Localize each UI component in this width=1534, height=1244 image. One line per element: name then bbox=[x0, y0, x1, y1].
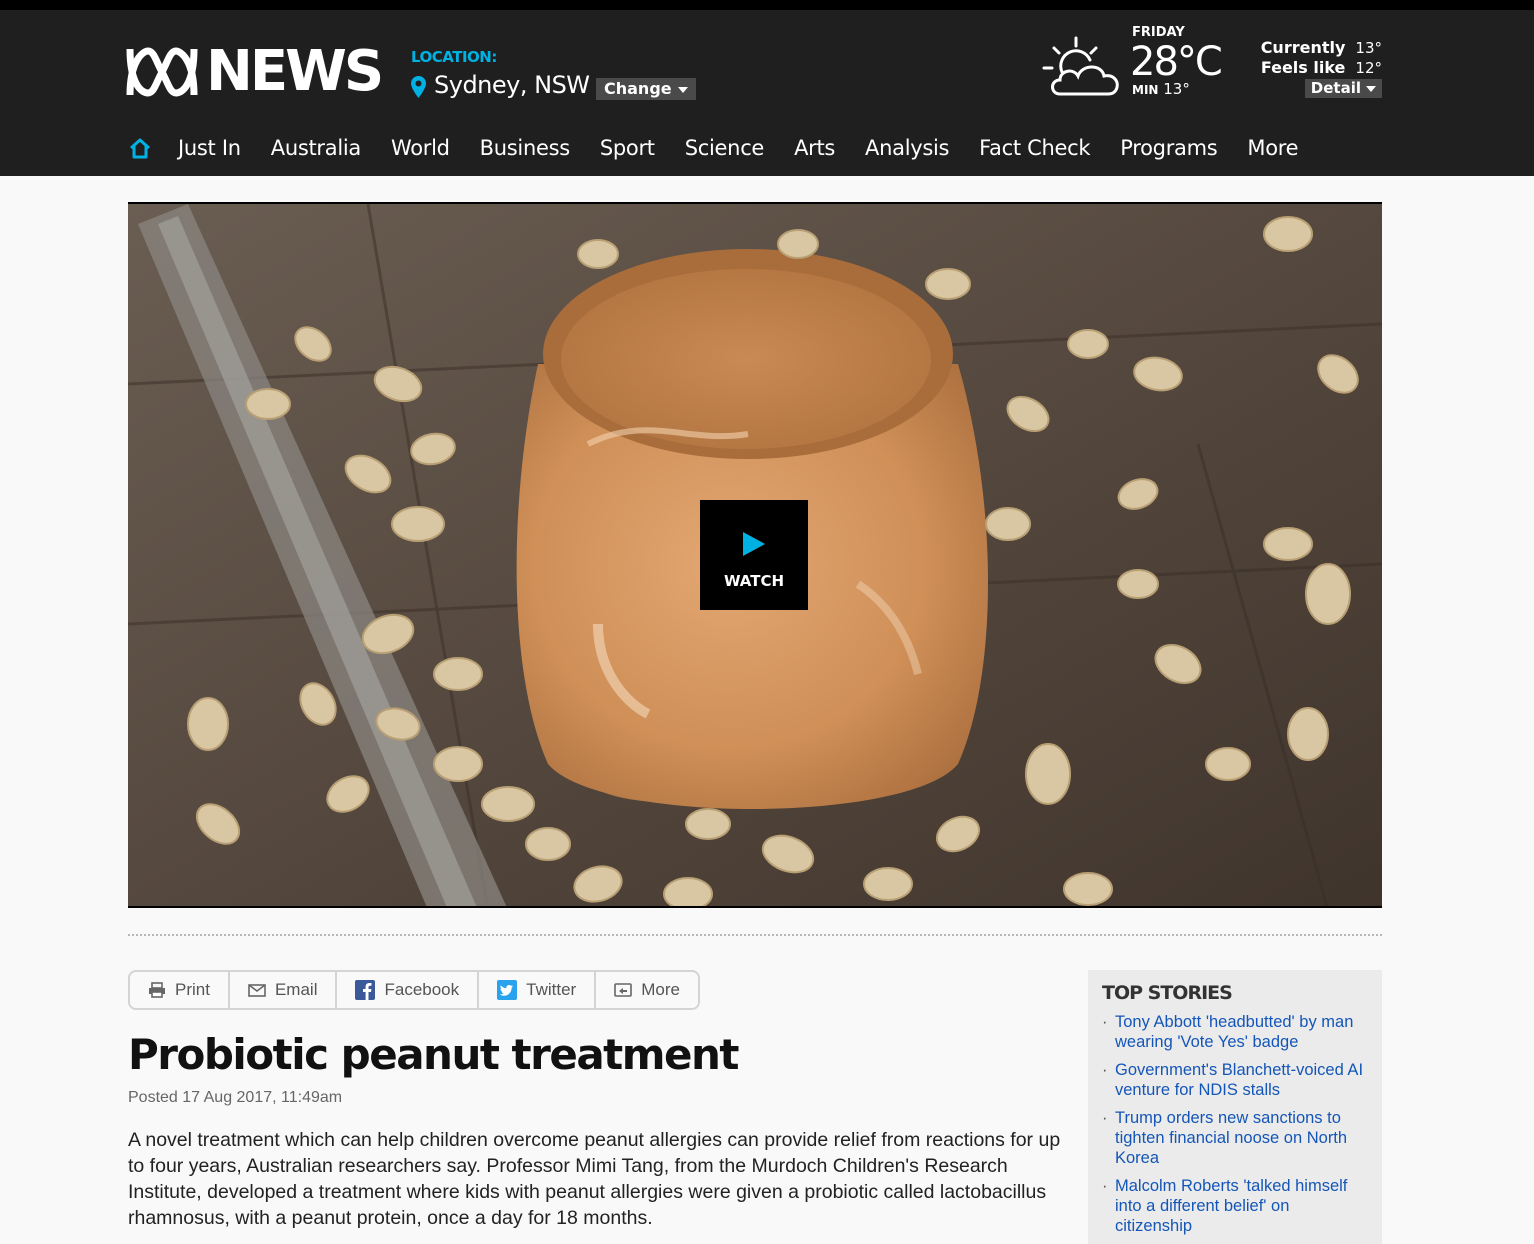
top-stories-list: · Tony Abbott 'headbutted' by man wearing… bbox=[1102, 1012, 1368, 1236]
weather-detail-button[interactable]: Detail bbox=[1304, 79, 1382, 98]
home-icon bbox=[130, 138, 150, 159]
brand-name: NEWS bbox=[206, 39, 384, 104]
nav-business[interactable]: Business bbox=[480, 136, 571, 160]
story-link[interactable]: Malcolm Roberts 'talked himself into a d… bbox=[1115, 1176, 1368, 1236]
feels-like-value: 12° bbox=[1355, 59, 1382, 77]
facebook-icon bbox=[355, 980, 376, 1000]
posted-date: Posted 17 Aug 2017, 11:49am bbox=[128, 1089, 343, 1106]
share-more-icon bbox=[614, 983, 633, 997]
bullet: · bbox=[1102, 1177, 1108, 1195]
chevron-down-icon bbox=[677, 86, 688, 93]
email-label: Email bbox=[274, 980, 318, 999]
nav-world[interactable]: World bbox=[391, 136, 450, 160]
chevron-down-icon bbox=[1366, 85, 1376, 92]
article-title: Probiotic peanut treatment bbox=[128, 1030, 739, 1079]
change-label: Change bbox=[604, 79, 672, 98]
list-item: · Trump orders new sanctions to tighten f… bbox=[1102, 1108, 1368, 1168]
nav-just-in[interactable]: Just In bbox=[178, 136, 241, 160]
weather-temp: 28°C bbox=[1130, 39, 1223, 85]
watch-button[interactable]: WATCH bbox=[700, 500, 808, 610]
min-value: 13° bbox=[1163, 80, 1190, 98]
print-icon bbox=[149, 982, 165, 998]
nav-fact-check[interactable]: Fact Check bbox=[979, 136, 1090, 160]
story-link[interactable]: Government's Blanchett-voiced AI venture… bbox=[1115, 1060, 1368, 1100]
play-icon bbox=[743, 532, 765, 556]
story-link[interactable]: Trump orders new sanctions to tighten fi… bbox=[1115, 1108, 1368, 1168]
article-body: A novel treatment which can help childre… bbox=[128, 1129, 1061, 1229]
top-strip bbox=[0, 0, 1534, 10]
currently-label: Currently bbox=[1260, 38, 1346, 57]
site-header: NEWS LOCATION: Sydney, NSW Change FRIDAY… bbox=[0, 10, 1534, 176]
video-player[interactable]: WATCH bbox=[128, 202, 1382, 908]
change-location-button[interactable]: Change bbox=[596, 78, 696, 100]
abc-news-logo[interactable]: NEWS bbox=[124, 39, 384, 104]
twitter-label: Twitter bbox=[526, 980, 577, 999]
facebook-button[interactable]: Facebook bbox=[337, 972, 480, 1008]
facebook-label: Facebook bbox=[384, 980, 460, 999]
story-link[interactable]: Tony Abbott 'headbutted' by man wearing … bbox=[1115, 1012, 1368, 1052]
email-button[interactable]: Email bbox=[230, 972, 338, 1008]
bullet: · bbox=[1102, 1061, 1108, 1079]
list-item: · Malcolm Roberts 'talked himself into a … bbox=[1102, 1176, 1368, 1236]
location-city: Sydney, NSW bbox=[434, 71, 590, 99]
twitter-icon bbox=[497, 980, 518, 1000]
partly-sunny-icon bbox=[1042, 36, 1119, 96]
print-button[interactable]: Print bbox=[130, 972, 230, 1008]
top-stories-panel: TOP STORIES · Tony Abbott 'headbutted' by… bbox=[1088, 970, 1382, 1244]
list-item: · Government's Blanchett-voiced AI ventur… bbox=[1102, 1060, 1368, 1100]
nav-programs[interactable]: Programs bbox=[1120, 136, 1217, 160]
nav-australia[interactable]: Australia bbox=[271, 136, 362, 160]
watch-label: WATCH bbox=[723, 572, 785, 590]
list-item: · Tony Abbott 'headbutted' by man wearing… bbox=[1102, 1012, 1368, 1052]
share-toolbar: Print Email Facebook Twitter More bbox=[128, 970, 700, 1010]
weather-min: MIN 13° bbox=[1132, 80, 1190, 98]
detail-label: Detail bbox=[1310, 79, 1361, 97]
nav-analysis[interactable]: Analysis bbox=[865, 136, 949, 160]
location-label: LOCATION: bbox=[411, 48, 497, 66]
dotted-divider bbox=[128, 934, 1382, 936]
nav-more[interactable]: More bbox=[1247, 136, 1298, 160]
nav-home[interactable] bbox=[128, 137, 154, 159]
nav-sport[interactable]: Sport bbox=[600, 136, 655, 160]
top-stories-heading: TOP STORIES bbox=[1102, 982, 1233, 1004]
main-nav: Just In Australia World Business Sport S… bbox=[128, 128, 1328, 168]
email-icon bbox=[248, 983, 266, 997]
weather-current: Currently 13° Feels like 12° bbox=[1261, 38, 1382, 78]
bullet: · bbox=[1102, 1109, 1108, 1127]
more-share-label: More bbox=[641, 980, 680, 999]
nav-arts[interactable]: Arts bbox=[794, 136, 835, 160]
min-label: MIN bbox=[1132, 83, 1159, 97]
nav-science[interactable]: Science bbox=[685, 136, 765, 160]
twitter-button[interactable]: Twitter bbox=[479, 972, 597, 1008]
feels-like-label: Feels like bbox=[1260, 58, 1346, 77]
print-label: Print bbox=[175, 980, 210, 999]
more-share-button[interactable]: More bbox=[596, 972, 698, 1008]
abc-lissajous-icon bbox=[126, 47, 198, 97]
currently-value: 13° bbox=[1355, 39, 1382, 57]
location-pin-icon bbox=[411, 76, 426, 98]
bullet: · bbox=[1102, 1013, 1108, 1031]
